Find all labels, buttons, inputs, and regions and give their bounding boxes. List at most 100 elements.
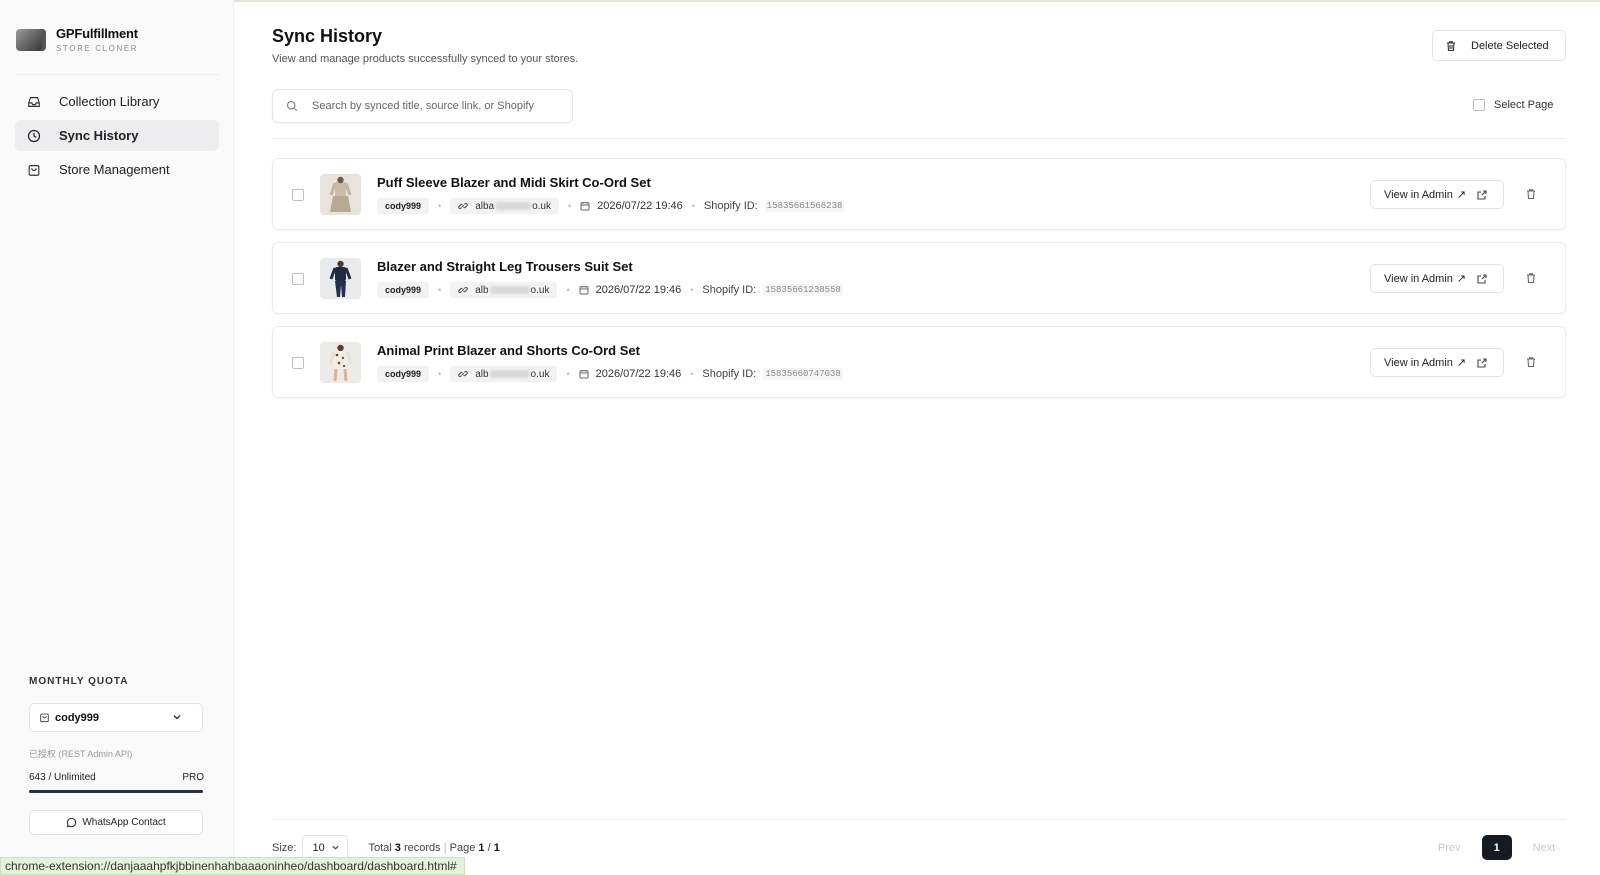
trash-icon[interactable] [1525, 272, 1537, 284]
search-box[interactable] [272, 89, 573, 123]
total-records: Total 3 records | Page 1 / 1 [368, 841, 500, 854]
arrow-up-right-icon: ↗ [1456, 357, 1467, 369]
source-link[interactable]: alb o.uk [450, 282, 558, 298]
view-in-admin-label: View in Admin [1384, 356, 1453, 369]
store-chip: cody999 [377, 282, 430, 298]
shopify-id-label: Shopify ID: [702, 284, 757, 296]
link-icon [458, 369, 469, 379]
product-title: Animal Print Blazer and Shorts Co-Ord Se… [377, 343, 640, 358]
quota-usage: 643 / Unlimited [29, 772, 96, 783]
source-link[interactable]: alb o.uk [450, 366, 558, 382]
calendar-icon [579, 285, 589, 295]
arrow-up-right-icon: ↗ [1456, 189, 1467, 201]
next-page-button[interactable]: Next [1533, 842, 1556, 854]
external-link-icon [1477, 273, 1487, 284]
prev-page-button[interactable]: Prev [1438, 842, 1461, 854]
source-link-suffix: o.uk [530, 284, 550, 296]
page-button-current[interactable]: 1 [1481, 835, 1512, 860]
store-select[interactable]: cody999 [29, 703, 203, 732]
sidebar-item-label: Sync History [59, 128, 139, 143]
store-chip: cody999 [377, 198, 430, 214]
search-input[interactable] [312, 100, 562, 112]
shopify-id: 15835661566238 [764, 200, 845, 212]
whatsapp-contact-button[interactable]: WhatsApp Contact [29, 810, 203, 835]
link-icon [458, 201, 469, 211]
shopify-id-label: Shopify ID: [702, 368, 757, 380]
source-link[interactable]: alba o.uk [450, 198, 559, 214]
shopping-bag-icon [39, 712, 50, 723]
view-in-admin-label: View in Admin [1384, 188, 1453, 201]
sync-date: 2026/07/22 19:46 [597, 200, 683, 212]
source-link-prefix: alb [475, 284, 489, 296]
calendar-icon [579, 369, 589, 379]
list-item: Puff Sleeve Blazer and Midi Skirt Co-Ord… [272, 158, 1566, 230]
view-in-admin-label: View in Admin [1384, 272, 1453, 285]
sidebar: GPFulfillment STORE CLONER Collection Li… [0, 0, 234, 875]
link-icon [458, 285, 469, 295]
row-checkbox[interactable] [292, 273, 304, 285]
row-checkbox[interactable] [292, 357, 304, 369]
page-subtitle: View and manage products successfully sy… [272, 53, 579, 65]
trash-icon[interactable] [1525, 356, 1537, 368]
brand[interactable]: GPFulfillment STORE CLONER [16, 26, 138, 53]
redacted-text [489, 286, 530, 294]
product-thumbnail [320, 342, 361, 383]
sidebar-nav: Collection Library Sync History Store Ma… [15, 86, 219, 188]
app-subtitle: STORE CLONER [56, 44, 139, 53]
sidebar-item-store-management[interactable]: Store Management [15, 154, 219, 185]
sync-history-list: Puff Sleeve Blazer and Midi Skirt Co-Ord… [272, 158, 1566, 410]
view-in-admin-button[interactable]: View in Admin ↗ [1370, 348, 1504, 377]
row-meta: cody999 • alb o.uk • 2026/07/22 19:46 • S… [377, 282, 843, 298]
size-label: Size: [272, 841, 297, 854]
redacted-text [489, 370, 530, 378]
monthly-quota-panel: MONTHLY QUOTA cody999 已授权 (REST Admin AP… [15, 660, 218, 840]
app-name: GPFulfillment [56, 26, 138, 41]
sidebar-item-sync-history[interactable]: Sync History [15, 120, 219, 151]
divider [272, 138, 1566, 139]
view-in-admin-button[interactable]: View in Admin ↗ [1370, 264, 1504, 293]
quota-progress-fill [29, 790, 203, 793]
page-total: 1 [493, 841, 500, 854]
chevron-down-icon [172, 712, 182, 722]
quota-title: MONTHLY QUOTA [29, 676, 129, 687]
arrow-up-right-icon: ↗ [1456, 273, 1467, 285]
page-title: Sync History [272, 26, 383, 46]
whatsapp-contact-label: WhatsApp Contact [82, 817, 166, 828]
row-checkbox[interactable] [292, 189, 304, 201]
select-page-label: Select Page [1494, 99, 1554, 111]
delete-selected-button[interactable]: Delete Selected [1432, 30, 1566, 61]
product-thumbnail [320, 174, 361, 215]
total-count: 3 [394, 841, 401, 854]
sidebar-item-label: Collection Library [59, 94, 160, 109]
view-in-admin-button[interactable]: View in Admin ↗ [1370, 180, 1504, 209]
divider [16, 74, 219, 75]
sidebar-item-collection-library[interactable]: Collection Library [15, 86, 219, 117]
shopping-bag-icon [27, 163, 41, 177]
sync-date: 2026/07/22 19:46 [595, 284, 682, 296]
select-page-toggle[interactable]: Select Page [1473, 99, 1553, 111]
plan-badge: PRO [182, 772, 204, 783]
trash-icon [1445, 40, 1457, 52]
list-item: Animal Print Blazer and Shorts Co-Ord Se… [272, 326, 1566, 398]
browser-status-url: chrome-extension://danjaaahpfkjbbinenhah… [0, 857, 465, 875]
select-page-checkbox[interactable] [1473, 99, 1485, 111]
source-link-suffix: o.uk [532, 200, 551, 212]
pager: Prev 1 Next [1438, 835, 1555, 860]
list-item: Blazer and Straight Leg Trousers Suit Se… [272, 242, 1566, 314]
product-title: Blazer and Straight Leg Trousers Suit Se… [377, 259, 633, 274]
shopify-id: 15835660747038 [763, 368, 843, 380]
product-title: Puff Sleeve Blazer and Midi Skirt Co-Ord… [377, 175, 651, 190]
shopify-id-label: Shopify ID: [703, 200, 758, 212]
shopify-id: 15835661238558 [763, 284, 843, 296]
trash-icon[interactable] [1525, 188, 1537, 200]
calendar-icon [580, 201, 590, 211]
page-current: 1 [478, 841, 485, 854]
chat-bubble-icon [66, 817, 77, 828]
store-chip: cody999 [377, 366, 430, 382]
divider [272, 819, 1566, 820]
source-link-prefix: alb [475, 368, 489, 380]
delete-selected-label: Delete Selected [1471, 39, 1549, 52]
inbox-icon [27, 95, 41, 109]
row-meta: cody999 • alb o.uk • 2026/07/22 19:46 • S… [377, 366, 843, 382]
product-thumbnail [320, 258, 361, 299]
